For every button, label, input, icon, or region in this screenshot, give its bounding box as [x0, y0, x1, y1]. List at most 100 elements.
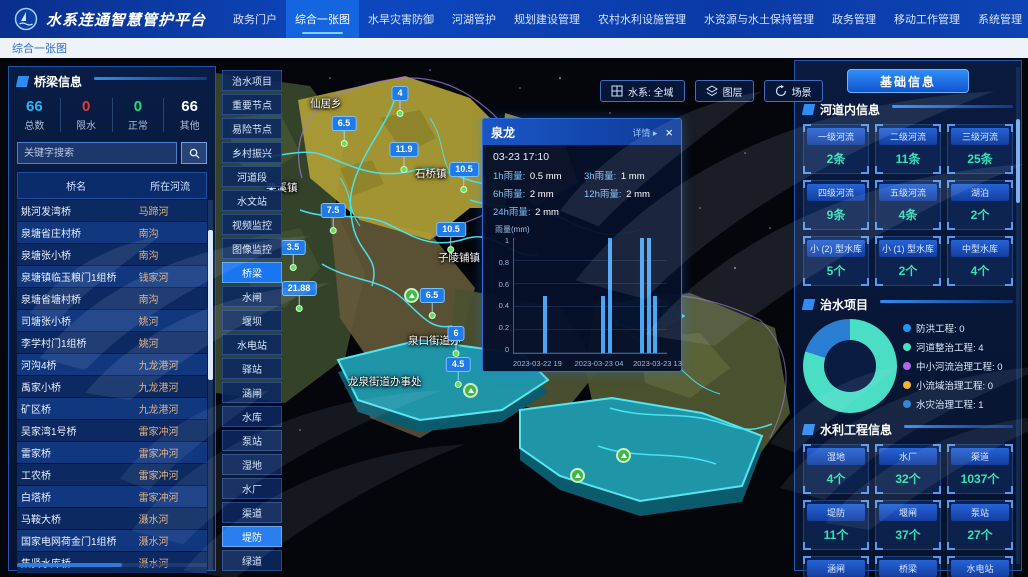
map-marker[interactable]: 21.88 — [282, 281, 317, 312]
nav-item-label: 综合一张图 — [295, 11, 350, 27]
close-icon[interactable]: × — [665, 126, 673, 139]
nav-item[interactable]: 水旱灾害防御 — [359, 0, 443, 38]
search-input[interactable] — [17, 142, 177, 164]
x-tick: 2023-03-23 04 — [575, 359, 624, 368]
table-row[interactable]: 国家电网荷金门1组桥 滠水河 — [17, 530, 207, 551]
nav-item[interactable]: 综合一张图 — [286, 0, 359, 38]
detail-link[interactable]: 详情 ▸ — [632, 126, 657, 139]
platform-logo-icon — [14, 7, 38, 31]
layer-toggle[interactable]: 水闸 — [222, 286, 282, 307]
table-row[interactable]: 工农桥 雷家冲河 — [17, 464, 207, 485]
basic-info-button[interactable]: 基础信息 — [847, 69, 969, 93]
panel-scrollbar[interactable] — [1016, 67, 1020, 564]
table-row[interactable]: 泉塘省庄村桥 南沟 — [17, 222, 207, 243]
table-row[interactable]: 泉塘张小桥 南沟 — [17, 244, 207, 265]
table-row[interactable]: 白塔桥 雷家冲河 — [17, 486, 207, 507]
x-tick: 2023-03-23 13 — [633, 359, 682, 368]
map-marker[interactable]: 10.5 — [449, 162, 479, 193]
layer-toggle[interactable]: 泵站 — [222, 430, 282, 451]
layer-toggle[interactable]: 水库 — [222, 406, 282, 427]
map-marker[interactable]: 10.5 — [436, 222, 466, 253]
table-vertical-scrollbar[interactable] — [208, 200, 213, 570]
scrollbar-thumb[interactable] — [17, 563, 122, 567]
layer-toggle[interactable]: 水文站 — [222, 190, 282, 211]
legend-item: 中小河流治理工程: 0 — [903, 359, 1003, 373]
map-marker[interactable]: 4.5 — [446, 357, 471, 388]
nav-item[interactable]: 移动工作管理 — [885, 0, 969, 38]
table-row[interactable]: 李学村门1组桥 姚河 — [17, 332, 207, 353]
table-row[interactable]: 泉塘镇临玉粮门1组桥 钱家河 — [17, 266, 207, 287]
stat-card: 水电站 3个 — [947, 556, 1013, 577]
layer-toggle[interactable]: 涵闸 — [222, 382, 282, 403]
legend-dot — [903, 400, 911, 408]
layer-toggle[interactable]: 视频监控 — [222, 214, 282, 235]
scene-button[interactable]: 场景 — [764, 80, 823, 102]
layer-toggle[interactable]: 治水项目 — [222, 70, 282, 91]
map-marker[interactable]: 7.5 — [321, 203, 346, 234]
breadcrumb-bar: 综合一张图 — [0, 38, 1028, 58]
card-value: 32个 — [879, 465, 937, 490]
card-value: 4个 — [807, 465, 865, 490]
table-row[interactable]: 禹家小桥 九龙港河 — [17, 376, 207, 397]
engineering-cards: 湿地 4个 水厂 32个 渠道 1037个 — [803, 444, 1013, 577]
station-icon[interactable] — [616, 448, 631, 463]
table-row[interactable]: 泉塘省塘村桥 南沟 — [17, 288, 207, 309]
nav-item[interactable]: 河湖管护 — [443, 0, 505, 38]
layer-toggle[interactable]: 渠道 — [222, 502, 282, 523]
card-value: 37个 — [879, 521, 937, 546]
layer-toggle[interactable]: 绿道 — [222, 550, 282, 571]
map-marker[interactable]: 11.9 — [389, 142, 418, 173]
nav-item[interactable]: 规划建设管理 — [505, 0, 589, 38]
layer-toggle[interactable]: 堰坝 — [222, 310, 282, 331]
header-accent-icon — [802, 299, 815, 310]
table-row[interactable]: 姚河发湾桥 马蹄河 — [17, 200, 207, 221]
layer-toggle[interactable]: 湿地 — [222, 454, 282, 475]
layer-toggle[interactable]: 水厂 — [222, 478, 282, 499]
bridge-panel-header: 桥梁信息 — [9, 67, 215, 92]
search-button[interactable] — [181, 142, 207, 164]
layers-button[interactable]: 图层 — [695, 80, 754, 102]
layer-toggle[interactable]: 堤防 — [222, 526, 282, 547]
table-row[interactable]: 河沟4桥 九龙港河 — [17, 354, 207, 375]
table-row[interactable]: 司塘张小桥 姚河 — [17, 310, 207, 331]
table-horizontal-scrollbar[interactable] — [17, 563, 207, 567]
header-line — [880, 300, 1013, 303]
stat-card: 水厂 32个 — [875, 444, 941, 494]
observation-time: 03-23 17:10 — [493, 151, 671, 163]
nav-item[interactable]: 政务管理 — [823, 0, 885, 38]
table-row[interactable]: 矿区桥 九龙港河 — [17, 398, 207, 419]
nav-item[interactable]: 政务门户 — [224, 0, 286, 38]
layer-toggle[interactable]: 重要节点 — [222, 94, 282, 115]
station-icon[interactable] — [570, 468, 585, 483]
table-row[interactable]: 马鞍大桥 滠水河 — [17, 508, 207, 529]
scrollbar-thumb[interactable] — [208, 230, 213, 380]
layer-toggle[interactable]: 图像监控 — [222, 238, 282, 259]
map-marker[interactable]: 6.5 — [332, 116, 357, 147]
map-marker[interactable]: 6 — [447, 326, 464, 357]
nav-item[interactable]: 水资源与水土保持管理 — [695, 0, 823, 38]
map-marker[interactable]: 4 — [391, 86, 408, 117]
river-name-cell: 九龙港河 — [135, 376, 207, 397]
layer-toggle[interactable]: 驿站 — [222, 358, 282, 379]
water-system-scope-button[interactable]: 水系: 全域 — [600, 80, 685, 102]
layer-toggle[interactable]: 桥梁 — [222, 262, 282, 283]
stat-card: 涵闸 47个 — [803, 556, 869, 577]
table-row[interactable]: 雷家桥 雷家冲河 — [17, 442, 207, 463]
nav-item[interactable]: 农村水利设施管理 — [589, 0, 695, 38]
marker-dot — [396, 110, 403, 117]
layer-toggle[interactable]: 易险节点 — [222, 118, 282, 139]
scrollbar-thumb[interactable] — [1016, 119, 1020, 203]
layer-toggle[interactable]: 乡村振兴 — [222, 142, 282, 163]
place-label: 龙泉街道办事处 — [348, 374, 422, 389]
station-icon[interactable] — [404, 288, 419, 303]
map-marker[interactable]: 3.5 — [281, 240, 306, 271]
table-row[interactable]: 吴家湾1号桥 雷家冲河 — [17, 420, 207, 441]
nav-item[interactable]: 系统管理 — [969, 0, 1028, 38]
bridge-stats: 66 总数 0 限水 0 正常 66 其他 — [9, 92, 215, 140]
layer-toggle[interactable]: 水电站 — [222, 334, 282, 355]
layer-toggle[interactable]: 河道段 — [222, 166, 282, 187]
card-label: 小 (1) 型水库 — [879, 240, 937, 257]
map-marker[interactable]: 6.5 — [420, 288, 445, 319]
card-label: 堤防 — [807, 504, 865, 521]
stat-label: 限水 — [61, 117, 112, 132]
